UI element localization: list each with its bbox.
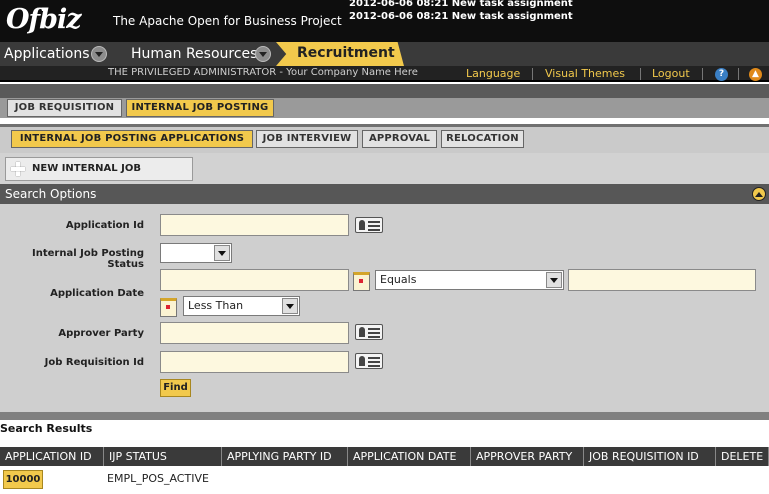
help-icon[interactable]: ?	[715, 68, 728, 81]
search-results-title: Search Results	[0, 422, 93, 435]
header: Ofbiz The Apache Open for Business Proje…	[0, 0, 769, 42]
chevron-down-icon[interactable]	[255, 46, 271, 62]
section-tabs: JOB REQUISITION INTERNAL JOB POSTING	[0, 98, 769, 118]
chevron-down-icon	[214, 245, 230, 261]
column-header[interactable]: APPLICATION ID	[0, 447, 104, 466]
applications-label: Applications	[4, 46, 90, 62]
tab-relocation[interactable]: RELOCATION	[441, 130, 524, 148]
lookup-icon[interactable]	[355, 351, 383, 371]
column-header[interactable]: APPROVER PARTY	[471, 447, 584, 466]
divider	[532, 68, 533, 80]
human-resources-label: Human Resources	[131, 46, 258, 62]
tab-ijp-applications[interactable]: INTERNAL JOB POSTING APPLICATIONS	[11, 130, 253, 148]
header-subtitle: The Apache Open for Business Project	[113, 14, 342, 28]
tab-job-interview[interactable]: JOB INTERVIEW	[256, 130, 358, 148]
language-link[interactable]: Language	[466, 67, 520, 80]
user-info: THE PRIVILEGED ADMINISTRATOR - Your Comp…	[108, 67, 418, 78]
date-operator-select[interactable]: Equals	[375, 270, 564, 290]
column-header[interactable]: JOB REQUISITION ID	[584, 447, 716, 466]
date-operator-value: Equals	[380, 273, 417, 286]
visual-themes-link[interactable]: Visual Themes	[545, 67, 625, 80]
search-form	[0, 204, 769, 412]
column-header[interactable]: IJP STATUS	[104, 447, 222, 466]
tab-job-requisition[interactable]: JOB REQUISITION	[7, 99, 122, 117]
status-select[interactable]	[160, 243, 232, 263]
search-options-header[interactable]: Search Options	[0, 184, 769, 204]
application-date-label: Application Date	[50, 288, 144, 299]
human-resources-menu[interactable]: Human Resources	[131, 42, 271, 66]
new-internal-job-posting-button[interactable]: NEW INTERNAL JOB POSTING	[5, 157, 193, 196]
column-header[interactable]: APPLYING PARTY ID	[222, 447, 348, 466]
approver-party-label: Approver Party	[58, 328, 144, 339]
job-requisition-input[interactable]	[160, 351, 349, 373]
sub-tabs: INTERNAL JOB POSTING APPLICATIONS JOB IN…	[0, 124, 769, 153]
recruitment-label: Recruitment	[297, 45, 395, 61]
spacer-band	[0, 84, 769, 98]
column-header[interactable]: DELETE	[716, 447, 769, 466]
status-label: Internal Job Posting Status	[32, 248, 144, 270]
divider	[738, 68, 739, 80]
lookup-icon[interactable]	[355, 215, 383, 235]
approver-party-input[interactable]	[160, 322, 349, 344]
plus-icon	[10, 161, 26, 177]
application-id-label: Application Id	[65, 220, 144, 231]
date-operator-value-2: Less Than	[188, 299, 244, 312]
lookup-icon[interactable]	[355, 322, 383, 342]
notification-item[interactable]: 2012-06-06 08:21 New task assignment	[349, 10, 573, 23]
application-date-thru-input[interactable]	[568, 269, 756, 291]
notifications: 2012-06-06 08:21 New task assignment 201…	[349, 0, 573, 23]
ofbiz-logo[interactable]: Ofbiz	[6, 4, 82, 35]
chevron-down-icon	[546, 272, 562, 288]
applications-menu[interactable]: Applications	[4, 42, 107, 66]
application-id-input[interactable]	[160, 214, 349, 236]
notification-item[interactable]: 2012-06-06 08:21 New task assignment	[349, 0, 573, 10]
calendar-icon[interactable]	[158, 296, 178, 317]
divider	[640, 68, 641, 80]
chevron-down-icon	[282, 298, 298, 314]
results-table-header: APPLICATION ID IJP STATUS APPLYING PARTY…	[0, 447, 769, 466]
application-id-link[interactable]: 10000	[3, 470, 43, 489]
page: Ofbiz The Apache Open for Business Proje…	[0, 0, 769, 494]
application-date-input[interactable]	[160, 269, 349, 291]
job-requisition-label: Job Requisition Id	[44, 357, 144, 368]
search-options-title: Search Options	[5, 187, 97, 201]
calendar-icon[interactable]	[351, 270, 371, 291]
ijp-status-cell: EMPL_POS_ACTIVE	[107, 472, 209, 485]
column-header[interactable]: APPLICATION DATE	[348, 447, 471, 466]
up-arrow-icon[interactable]: ▲	[749, 68, 762, 81]
date-operator-select-2[interactable]: Less Than	[183, 296, 300, 316]
collapse-icon[interactable]	[752, 187, 766, 201]
user-bar: THE PRIVILEGED ADMINISTRATOR - Your Comp…	[0, 66, 769, 82]
find-button[interactable]: Find	[160, 379, 191, 397]
divider	[702, 68, 703, 80]
recruitment-tab[interactable]: Recruitment	[276, 42, 404, 66]
tab-approval[interactable]: APPROVAL	[362, 130, 437, 148]
divider	[0, 412, 769, 420]
logout-link[interactable]: Logout	[652, 67, 690, 80]
chevron-down-icon[interactable]	[91, 46, 107, 62]
tab-internal-job-posting[interactable]: INTERNAL JOB POSTING	[126, 99, 274, 117]
